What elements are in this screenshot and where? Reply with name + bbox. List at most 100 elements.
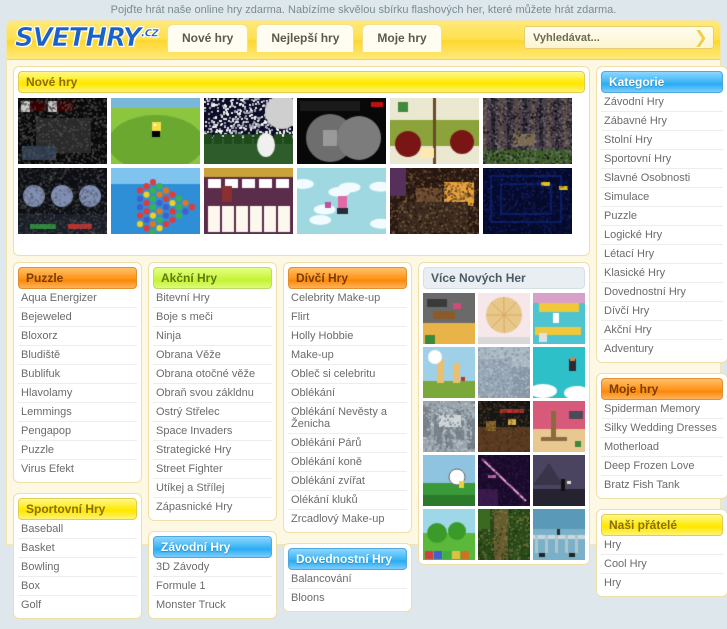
golf-course-game[interactable] xyxy=(423,455,475,506)
list-item[interactable]: Oblékání Párů xyxy=(288,434,407,453)
list-item[interactable]: Silky Wedding Dresses xyxy=(601,419,723,438)
green-hill-cat-game[interactable] xyxy=(111,98,200,164)
jewel-match-game[interactable] xyxy=(111,168,200,234)
list-item[interactable]: Létací Hry xyxy=(601,245,723,264)
dark-machines-game[interactable] xyxy=(18,168,107,234)
list-item[interactable]: Obrana otočné věže xyxy=(153,365,272,384)
list-item[interactable]: Obraň svou zákldnu xyxy=(153,384,272,403)
night-forest-game[interactable] xyxy=(204,98,293,164)
list-item[interactable]: Cool Hry xyxy=(601,555,723,574)
tab-moje-hry[interactable]: Moje hry xyxy=(362,24,442,52)
list-item[interactable]: Space Invaders xyxy=(153,422,272,441)
list-item[interactable]: Hry xyxy=(601,536,723,555)
list-item[interactable]: Puzzle xyxy=(601,207,723,226)
list-item[interactable]: Hlavolamy xyxy=(18,384,137,403)
list-item[interactable]: Hry xyxy=(601,574,723,592)
list-item[interactable]: Monster Truck xyxy=(153,596,272,614)
search-box[interactable]: ❯ xyxy=(524,26,714,49)
list-item[interactable]: Holly Hobbie xyxy=(288,327,407,346)
list-item[interactable]: Virus Efekt xyxy=(18,460,137,478)
list-item[interactable]: Make-up xyxy=(288,346,407,365)
list-item[interactable]: Golf xyxy=(18,596,137,614)
list-item[interactable]: Sportovní Hry xyxy=(601,150,723,169)
list-item[interactable]: Bitevní Hry xyxy=(153,289,272,308)
list-item[interactable]: Celebrity Make-up xyxy=(288,289,407,308)
green-train-game[interactable] xyxy=(423,509,475,560)
list-item[interactable]: Simulace xyxy=(601,188,723,207)
search-input[interactable] xyxy=(525,27,685,48)
cluttered-room-game[interactable] xyxy=(390,168,479,234)
blue-maze-game[interactable] xyxy=(483,168,572,234)
list-item[interactable]: Box xyxy=(18,577,137,596)
list-item[interactable]: Bowling xyxy=(18,558,137,577)
list-item[interactable]: Balancování xyxy=(288,570,407,589)
list-item[interactable]: Bludiště xyxy=(18,346,137,365)
list-item[interactable]: Logické Hry xyxy=(601,226,723,245)
search-submit-chevron-right-icon[interactable]: ❯ xyxy=(694,29,708,46)
dark-cave-game[interactable] xyxy=(533,455,585,506)
list-item[interactable]: Oblékání zvířat xyxy=(288,472,407,491)
pizza-pie-game[interactable] xyxy=(478,293,530,344)
list-item[interactable]: Puzzle xyxy=(18,441,137,460)
sea-bridge-game[interactable] xyxy=(533,509,585,560)
grey-tower-game[interactable] xyxy=(478,347,530,398)
list-item[interactable]: Klasické Hry xyxy=(601,264,723,283)
tab-nejlepsi-hry[interactable]: Nejlepší hry xyxy=(256,24,355,52)
list-item[interactable]: Slavné Osobnosti xyxy=(601,169,723,188)
list-item[interactable]: Bloxorz xyxy=(18,327,137,346)
list-item[interactable]: Zábavné Hry xyxy=(601,112,723,131)
list-item[interactable]: Formule 1 xyxy=(153,577,272,596)
list-item[interactable]: Deep Frozen Love xyxy=(601,457,723,476)
list-item[interactable]: 3D Závody xyxy=(153,558,272,577)
list-item[interactable]: Motherload xyxy=(601,438,723,457)
list-item[interactable]: Ostrý Střelec xyxy=(153,403,272,422)
list-item[interactable]: Bejeweled xyxy=(18,308,137,327)
list-item[interactable]: Olékání kluků xyxy=(288,491,407,510)
list-item[interactable]: Bublifuk xyxy=(18,365,137,384)
solitaire-card-game[interactable] xyxy=(204,168,293,234)
flower-field-game[interactable] xyxy=(390,98,479,164)
list-item[interactable]: Dívčí Hry xyxy=(601,302,723,321)
list-item[interactable]: Adventury xyxy=(601,340,723,358)
list-item[interactable]: Bloons xyxy=(288,589,407,607)
list-item[interactable]: Boje s meči xyxy=(153,308,272,327)
desert-rig-game[interactable] xyxy=(533,401,585,452)
list-item[interactable]: Flirt xyxy=(288,308,407,327)
list-item[interactable]: Pengapop xyxy=(18,422,137,441)
jungle-path-game[interactable] xyxy=(478,509,530,560)
tab-nove-hry[interactable]: Nové hry xyxy=(167,24,249,52)
list-item[interactable]: Obleč si celebritu xyxy=(288,365,407,384)
grey-city-game[interactable] xyxy=(423,401,475,452)
site-logo[interactable]: SVETHRY.cz xyxy=(15,23,159,54)
list-item[interactable]: Aqua Energizer xyxy=(18,289,137,308)
list-item[interactable]: Stolní Hry xyxy=(601,131,723,150)
list-item[interactable]: Akční Hry xyxy=(601,321,723,340)
list-item[interactable]: Basket xyxy=(18,539,137,558)
list-item[interactable]: Baseball xyxy=(18,520,137,539)
yellow-platform-game[interactable] xyxy=(533,293,585,344)
list-item[interactable]: Ninja xyxy=(153,327,272,346)
list-item[interactable]: Zrcadlový Make-up xyxy=(288,510,407,528)
teal-sky-jumper-game[interactable] xyxy=(533,347,585,398)
sky-pillars-game[interactable] xyxy=(423,347,475,398)
list-item[interactable]: Utíkej a Střílej xyxy=(153,479,272,498)
list-item[interactable]: Street Fighter xyxy=(153,460,272,479)
list-item[interactable]: Oblékání koně xyxy=(288,453,407,472)
list-item[interactable]: Dovednostní Hry xyxy=(601,283,723,302)
list-item[interactable]: Strategické Hry xyxy=(153,441,272,460)
dark-mine-game[interactable] xyxy=(478,401,530,452)
list-item[interactable]: Obrana Věže xyxy=(153,346,272,365)
list-item[interactable]: Zápasnické Hry xyxy=(153,498,272,516)
grey-spheres-game[interactable] xyxy=(297,98,386,164)
list-item[interactable]: Závodní Hry xyxy=(601,93,723,112)
ice-penguin-game[interactable] xyxy=(297,168,386,234)
list-item[interactable]: Oblékání Nevěsty a Ženicha xyxy=(288,403,407,434)
list-item[interactable]: Bratz Fish Tank xyxy=(601,476,723,494)
purple-laser-game[interactable] xyxy=(478,455,530,506)
dark-woods-game[interactable] xyxy=(483,98,572,164)
list-item[interactable]: Oblékání xyxy=(288,384,407,403)
dark-shooter-game[interactable] xyxy=(18,98,107,164)
list-item[interactable]: Lemmings xyxy=(18,403,137,422)
town-map-game[interactable] xyxy=(423,293,475,344)
list-item[interactable]: Spiderman Memory xyxy=(601,400,723,419)
